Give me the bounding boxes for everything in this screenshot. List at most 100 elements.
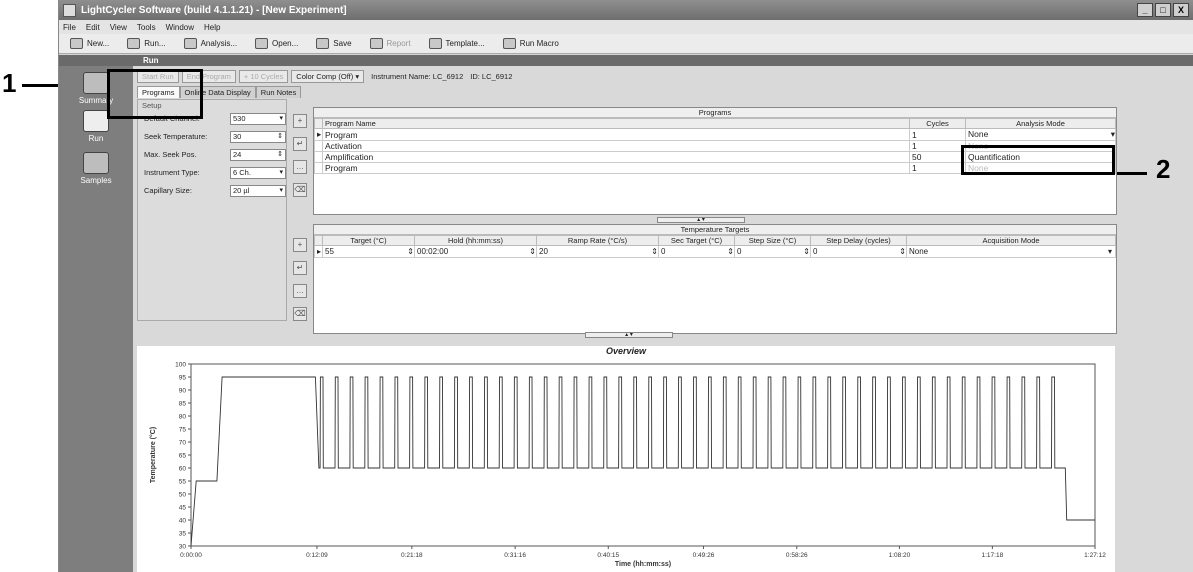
col-target: Target (°C) [322, 235, 415, 246]
row-current-marker: ▸ [314, 128, 323, 141]
row-marker [314, 151, 323, 163]
hold-value: 00:02:00 [417, 247, 449, 256]
x-axis-label: Time (hh:mm:ss) [615, 561, 671, 568]
menu-edit[interactable]: Edit [86, 23, 100, 32]
x-tick-label: 0:00:00 [180, 552, 202, 559]
open-button[interactable]: Open... [252, 37, 301, 50]
insert-target-button[interactable]: ↵ [293, 261, 307, 275]
delete-target-button[interactable]: ⌫ [293, 307, 307, 321]
x-tick-label: 0:12:09 [306, 552, 328, 559]
splitter-handle[interactable]: ▴ ▾ [585, 332, 673, 338]
y-tick-label: 50 [179, 492, 187, 499]
capillary-size-select[interactable]: 20 µl ▾ [230, 185, 286, 197]
y-tick-label: 45 [179, 505, 187, 512]
x-tick-label: 1:08:20 [889, 552, 911, 559]
step-size-cell[interactable]: 0 ⇕ [734, 245, 811, 258]
y-tick-label: 65 [179, 453, 187, 460]
dropdown-arrow-icon: ▾ [279, 169, 283, 176]
close-button[interactable]: X [1173, 3, 1189, 17]
tab-run-notes[interactable]: Run Notes [255, 86, 302, 98]
callout-line-2 [1117, 172, 1147, 175]
program-name-cell[interactable]: Amplification [322, 151, 910, 163]
copy-target-button[interactable]: … [293, 284, 307, 298]
module-navigation: Summary Run Samples [59, 66, 133, 572]
program-name-cell[interactable]: Program [322, 162, 910, 174]
template-button[interactable]: Template... [426, 37, 488, 50]
temperature-targets-table: Temperature Targets Target (°C) Hold (hh… [313, 224, 1117, 334]
row-marker [314, 140, 323, 152]
step-delay-cell[interactable]: 0 ⇕ [810, 245, 907, 258]
setup-label-capillary-size: Capillary Size: [144, 186, 192, 195]
program-cycles-cell[interactable]: 50 [909, 151, 966, 163]
template-icon [428, 38, 442, 49]
max-seek-stepper[interactable]: 24 ⇕ [230, 149, 286, 161]
menu-file[interactable]: File [63, 23, 76, 32]
program-cycles-cell[interactable]: 1 [909, 128, 966, 141]
maximize-button[interactable]: □ [1155, 3, 1171, 17]
setup-label-max-seek: Max. Seek Pos. [144, 150, 197, 159]
new-icon [70, 38, 83, 49]
stepper-icon: ⇕ [727, 247, 734, 256]
temperature-overview-chart: 30 35 40 45 50 55 60 65 70 75 80 85 90 95 100 0:00:00 0:… [149, 362, 1106, 569]
setup-label-instrument-type: Instrument Type: [144, 168, 200, 177]
minimize-button[interactable]: _ [1137, 3, 1153, 17]
ramp-rate-cell[interactable]: 20 ⇕ [536, 245, 659, 258]
copy-program-button[interactable]: … [293, 160, 307, 174]
analysis-mode-value: None [968, 129, 989, 139]
seek-temperature-value: 30 [233, 132, 242, 141]
stepper-icon: ⇕ [899, 247, 906, 256]
acquisition-mode-select[interactable]: None ▾ [906, 245, 1116, 258]
default-channel-select[interactable]: 530 ▾ [230, 113, 286, 125]
run-macro-button[interactable]: Run Macro [500, 37, 562, 50]
dropdown-arrow-icon: ▾ [279, 187, 283, 194]
x-tick-label: 1:27:12 [1084, 552, 1106, 559]
program-cycles-cell[interactable]: 1 [909, 162, 966, 174]
step-delay-value: 0 [813, 247, 818, 256]
delete-program-button[interactable]: ⌫ [293, 183, 307, 197]
new-button[interactable]: New... [67, 37, 112, 50]
report-button[interactable]: Report [367, 37, 414, 50]
menu-tools[interactable]: Tools [137, 23, 156, 32]
add-program-button[interactable]: + [293, 114, 307, 128]
hold-cell[interactable]: 00:02:00 ⇕ [414, 245, 537, 258]
menu-help[interactable]: Help [204, 23, 220, 32]
sec-target-cell[interactable]: 0 ⇕ [658, 245, 735, 258]
y-axis-label: Temperature (°C) [149, 427, 157, 483]
insert-program-button[interactable]: ↵ [293, 137, 307, 151]
program-name-cell[interactable]: Program [322, 128, 910, 141]
x-tick-label: 0:21:18 [401, 552, 423, 559]
analysis-label: Analysis... [200, 39, 238, 48]
program-cycles-cell[interactable]: 1 [909, 140, 966, 152]
x-tick-label: 0:31:16 [504, 552, 526, 559]
menu-view[interactable]: View [110, 23, 127, 32]
color-comp-dropdown[interactable]: Color Comp (Off) ▾ [291, 69, 365, 83]
analysis-mode-select[interactable]: None ▾ [965, 128, 1116, 141]
plus-10-cycles-button[interactable]: + 10 Cycles [238, 69, 289, 83]
dropdown-arrow-icon: ▾ [279, 115, 283, 122]
setup-panel: Setup Default Channel: 530 ▾ Seek Tempera… [137, 99, 287, 321]
nav-samples[interactable]: Samples [59, 152, 133, 185]
program-row[interactable]: ▸ Program 1 None ▾ [314, 128, 1116, 141]
col-step-delay: Step Delay (cycles) [810, 235, 907, 246]
save-button[interactable]: Save [313, 37, 354, 50]
instrument-id: ID: LC_6912 [470, 71, 513, 81]
splitter-handle[interactable]: ▴ ▾ [657, 217, 745, 223]
run-macro-icon [502, 38, 516, 49]
menu-window[interactable]: Window [166, 23, 194, 32]
callout-box-2 [961, 145, 1115, 175]
col-acquisition-mode: Acquisition Mode [906, 235, 1116, 246]
temperature-target-row[interactable]: ▸ 55 ⇕ 00:02:00 ⇕ 20 ⇕ 0 ⇕ 0 ⇕ 0 ⇕ None ▾ [314, 245, 1116, 258]
analysis-button[interactable]: Analysis... [181, 37, 240, 50]
run-module-icon [83, 110, 109, 132]
y-tick-label: 70 [179, 440, 187, 447]
program-name-cell[interactable]: Activation [322, 140, 910, 152]
target-cell[interactable]: 55 ⇕ [322, 245, 415, 258]
save-label: Save [333, 39, 352, 48]
add-target-button[interactable]: + [293, 238, 307, 252]
run-button[interactable]: Run... [124, 37, 168, 50]
seek-temperature-stepper[interactable]: 30 ⇕ [230, 131, 286, 143]
run-macro-label: Run Macro [519, 39, 559, 48]
y-tick-label: 55 [179, 479, 187, 486]
y-tick-label: 80 [179, 414, 187, 421]
instrument-type-select[interactable]: 6 Ch. ▾ [230, 167, 286, 179]
